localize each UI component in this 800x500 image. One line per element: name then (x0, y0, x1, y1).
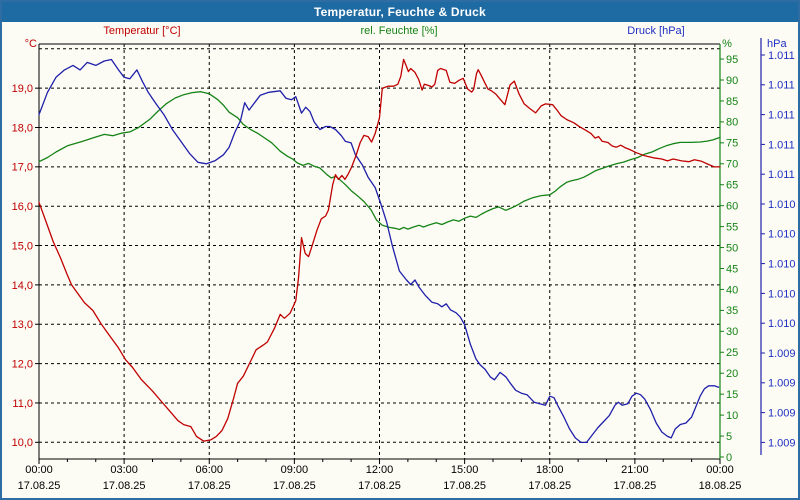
humidity-axis-tick-label: 90 (726, 75, 738, 87)
x-axis-date-label: 17.08.25 (443, 480, 486, 492)
gridlines (39, 44, 720, 459)
x-axis-time-label: 21:00 (621, 464, 649, 476)
pressure-axis: 1.011 1.011 1.011 1.011 1.011 1.010 1.010 1.010… (760, 38, 796, 455)
humidity-axis-tick-label: 35 (726, 305, 738, 317)
humidity-axis-tick-label: 15 (726, 389, 738, 401)
pressure-axis-tick-label: 1.009 (768, 378, 796, 390)
pressure-axis-tick-label: 1.011 (768, 109, 795, 121)
pressure-axis-tick-label: 1.011 (768, 80, 795, 92)
temperature-axis-tick-label: 16,0 (12, 201, 33, 213)
x-axis-date-label: 17.08.25 (273, 480, 316, 492)
temperature-axis: 19,0 18,0 17,0 16,0 15,0 14,0 13,0 12,0 11,0 10,0 (12, 83, 39, 449)
temperature-axis-tick-label: 11,0 (12, 398, 33, 410)
x-axis-date-label: 17.08.25 (358, 480, 401, 492)
humidity-axis-tick-label: 25 (726, 347, 738, 359)
humidity-axis-tick-label: 45 (726, 263, 738, 275)
x-axis-time-label: 03:00 (110, 464, 138, 476)
pressure-axis-tick-label: 1.009 (768, 348, 796, 360)
humidity-axis-tick-label: 60 (726, 201, 738, 213)
temperature-axis-tick-label: 19,0 (12, 83, 33, 95)
pressure-axis-tick-label: 1.010 (768, 258, 796, 270)
x-axis-time-label: 06:00 (195, 464, 223, 476)
humidity-axis-tick-label: 10 (726, 410, 738, 422)
x-axis-time-label: 15:00 (451, 464, 479, 476)
humidity-axis-tick-label: 75 (726, 138, 738, 150)
x-axis-date-label: 17.08.25 (613, 480, 656, 492)
pressure-axis-tick-label: 1.010 (768, 288, 796, 300)
humidity-axis-tick-label: 70 (726, 159, 738, 171)
humidity-axis: 95908580757065605550454035302520151050 (719, 44, 738, 464)
x-axis-time-label: 12:00 (366, 464, 394, 476)
pressure-axis-tick-label: 1.011 (768, 139, 795, 151)
humidity-axis-tick-label: 40 (726, 284, 738, 296)
humidity-axis-tick-label: 85 (726, 96, 738, 108)
pressure-axis-tick-label: 1.009 (768, 407, 796, 419)
x-axis-time-label: 00:00 (25, 464, 53, 476)
pressure-axis-tick-label: 1.010 (768, 229, 796, 241)
x-axis-time-label: 18:00 (536, 464, 564, 476)
pressure-axis-tick-label: 1.010 (768, 318, 796, 330)
chart-canvas: 19,0 18,0 17,0 16,0 15,0 14,0 13,0 12,0 11,0 10,0… (12, 38, 796, 492)
humidity-axis-tick-label: 95 (726, 54, 738, 66)
pressure-axis-tick-label: 1.009 (768, 437, 796, 449)
x-axis-time-label: 09:00 (281, 464, 309, 476)
humidity-axis-tick-label: 5 (726, 431, 732, 443)
temperature-axis-tick-label: 13,0 (12, 319, 33, 331)
x-axis-date-label: 17.08.25 (528, 480, 571, 492)
humidity-axis-tick-label: 50 (726, 242, 738, 254)
humidity-axis-tick-label: 65 (726, 180, 738, 192)
x-axis-date-label: 17.08.25 (18, 480, 61, 492)
humidity-axis-tick-label: 80 (726, 117, 738, 129)
temperature-axis-tick-label: 12,0 (12, 358, 33, 370)
pressure-axis-tick-label: 1.010 (768, 199, 796, 211)
humidity-axis-tick-label: 30 (726, 326, 738, 338)
humidity-axis-tick-label: 20 (726, 368, 738, 380)
temperature-axis-tick-label: 10,0 (12, 437, 33, 449)
weather-chart-window: Temperatur, Feuchte & Druck Temperatur [… (0, 0, 800, 500)
pressure-axis-tick-label: 1.011 (768, 169, 795, 181)
x-axis-date-label: 17.08.25 (103, 480, 146, 492)
temperature-axis-tick-label: 14,0 (12, 280, 33, 292)
x-axis: 00:00 17.08.25 03:00 17.08.25 06:00 17.08.25 0… (18, 459, 742, 492)
pressure-curve (38, 58, 720, 444)
temperature-axis-tick-label: 17,0 (12, 162, 33, 174)
temperature-axis-tick-label: 15,0 (12, 240, 33, 252)
x-axis-time-label: 00:00 (706, 464, 734, 476)
temperature-axis-tick-label: 18,0 (12, 122, 33, 134)
x-axis-date-label: 18.08.25 (699, 480, 742, 492)
humidity-axis-tick-label: 55 (726, 221, 738, 233)
x-axis-date-label: 17.08.25 (188, 480, 231, 492)
humidity-axis-tick-label: 0 (726, 452, 732, 464)
pressure-axis-tick-label: 1.011 (768, 50, 795, 62)
